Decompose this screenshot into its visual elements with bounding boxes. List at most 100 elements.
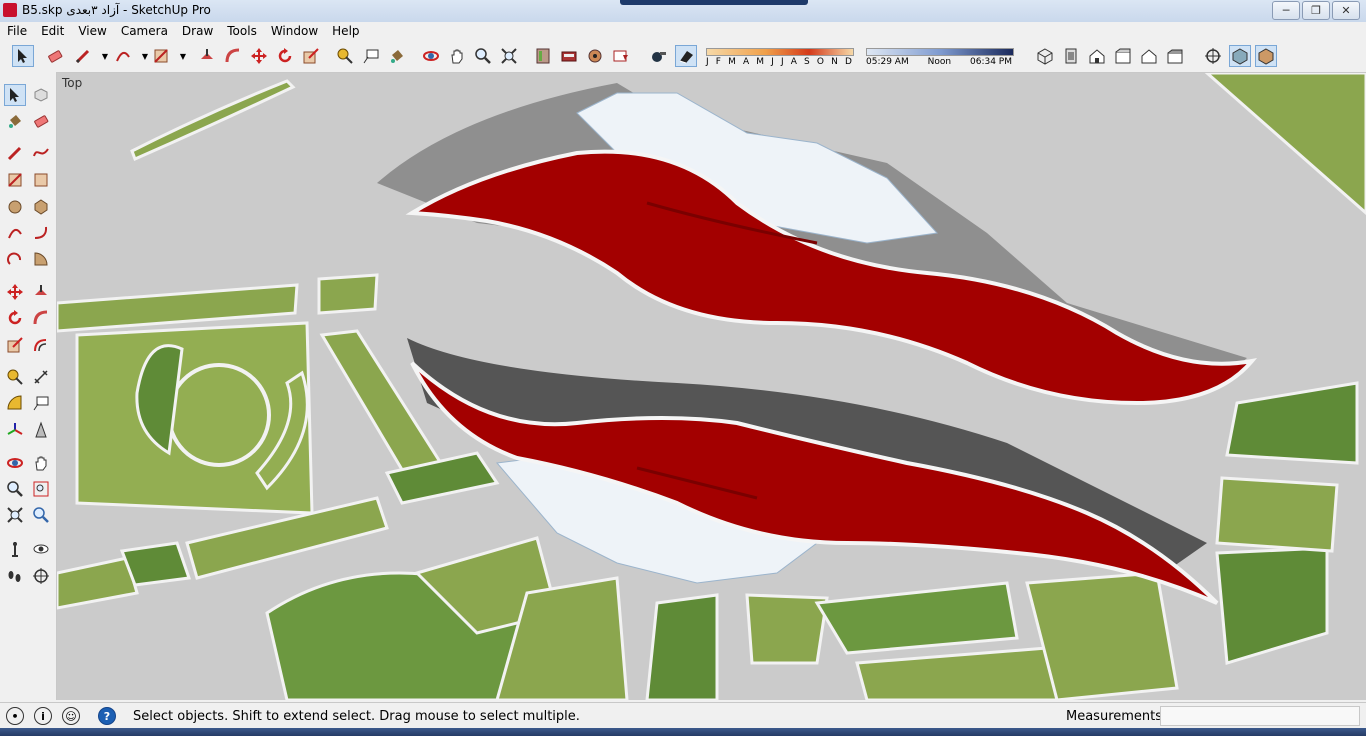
menu-bar: File Edit View Camera Draw Tools Window …	[0, 22, 1366, 42]
top-view-icon[interactable]	[1060, 45, 1082, 67]
offset-icon[interactable]	[30, 334, 52, 356]
rotate-tool-icon[interactable]	[274, 45, 296, 67]
user-account-icon[interactable]: ☺	[62, 707, 80, 725]
protractor-icon[interactable]	[4, 392, 26, 414]
components-icon[interactable]	[532, 45, 554, 67]
text-icon[interactable]	[30, 392, 52, 414]
select-tool-icon[interactable]	[12, 45, 34, 67]
left-view-icon[interactable]	[1164, 45, 1186, 67]
shaded-view-icon[interactable]	[1229, 45, 1251, 67]
xray-view-icon[interactable]	[1202, 45, 1224, 67]
minimize-button[interactable]: ─	[1272, 1, 1300, 20]
maximize-button[interactable]: ❐	[1302, 1, 1330, 20]
close-button[interactable]: ✕	[1332, 1, 1360, 20]
month-label: S	[804, 57, 810, 67]
back-view-icon[interactable]	[1138, 45, 1160, 67]
month-label: M	[756, 57, 765, 67]
rectangle-icon[interactable]	[4, 169, 26, 191]
zoom-tool-icon[interactable]	[472, 45, 494, 67]
zoom-window-icon[interactable]	[30, 478, 52, 500]
make-component-icon[interactable]	[30, 84, 52, 106]
circle-icon[interactable]	[4, 196, 26, 218]
section-plane-icon[interactable]	[30, 565, 52, 587]
move-icon[interactable]	[4, 281, 26, 303]
measurements-input[interactable]	[1160, 706, 1360, 726]
time-gradient-bar[interactable]	[866, 48, 1014, 56]
zoom-extents-icon[interactable]	[4, 504, 26, 526]
rotated-rectangle-icon[interactable]	[30, 169, 52, 191]
credits-info-icon[interactable]: i	[34, 707, 52, 725]
menu-window[interactable]: Window	[264, 22, 325, 42]
eraser-tool-icon[interactable]	[44, 45, 66, 67]
walk-icon[interactable]	[4, 565, 26, 587]
model-viewport[interactable]	[57, 73, 1366, 700]
paint-bucket-tool-icon[interactable]	[386, 45, 408, 67]
scale-tool-icon[interactable]	[300, 45, 322, 67]
geo-location-icon[interactable]: •	[6, 707, 24, 725]
status-bar: • i ☺ ? Select objects. Shift to extend …	[0, 702, 1366, 729]
move-tool-icon[interactable]	[248, 45, 270, 67]
menu-help[interactable]: Help	[325, 22, 366, 42]
materials-icon[interactable]	[558, 45, 580, 67]
front-view-icon[interactable]	[1086, 45, 1108, 67]
menu-edit[interactable]: Edit	[34, 22, 71, 42]
push-pull-icon[interactable]	[30, 281, 52, 303]
pan-icon[interactable]	[30, 452, 52, 474]
menu-camera[interactable]: Camera	[114, 22, 175, 42]
zoom-icon[interactable]	[4, 478, 26, 500]
menu-file[interactable]: File	[0, 22, 34, 42]
orbit-tool-icon[interactable]	[420, 45, 442, 67]
eraser-icon[interactable]	[30, 110, 52, 132]
textured-view-icon[interactable]	[1255, 45, 1277, 67]
previous-view-icon[interactable]	[30, 504, 52, 526]
sketchup-app-icon	[3, 3, 17, 17]
position-camera-icon[interactable]	[4, 538, 26, 560]
menu-tools[interactable]: Tools	[220, 22, 264, 42]
layers-icon[interactable]	[610, 45, 632, 67]
large-toolset	[0, 72, 57, 700]
pan-tool-icon[interactable]	[446, 45, 468, 67]
select-icon[interactable]	[4, 84, 26, 106]
shadows-icon[interactable]	[648, 45, 670, 67]
scale-icon[interactable]	[4, 334, 26, 356]
3d-text-icon[interactable]	[30, 419, 52, 441]
axes-icon[interactable]	[4, 419, 26, 441]
orbit-icon[interactable]	[4, 452, 26, 474]
tape-measure-icon[interactable]	[4, 366, 26, 388]
iso-view-icon[interactable]	[1034, 45, 1056, 67]
instructor-help-icon[interactable]: ?	[98, 707, 116, 725]
follow-me-tool-icon[interactable]	[222, 45, 244, 67]
freehand-icon[interactable]	[30, 142, 52, 164]
follow-me-icon[interactable]	[30, 307, 52, 329]
dimension-icon[interactable]	[30, 366, 52, 388]
window-tab-indicator	[620, 0, 808, 5]
zoom-extents-tool-icon[interactable]	[498, 45, 520, 67]
arc-tool-icon[interactable]	[112, 45, 134, 67]
line-icon[interactable]	[4, 142, 26, 164]
rectangle-dropdown-icon[interactable]: ▼	[172, 45, 194, 67]
shadow-month-slider[interactable]: J F M A M J J A S O N D	[706, 46, 854, 68]
pencil-tool-icon[interactable]	[72, 45, 94, 67]
polygon-icon[interactable]	[30, 196, 52, 218]
styles-icon[interactable]	[584, 45, 606, 67]
month-gradient-bar[interactable]	[706, 48, 854, 56]
menu-draw[interactable]: Draw	[175, 22, 220, 42]
pie-icon[interactable]	[30, 248, 52, 270]
rotate-icon[interactable]	[4, 307, 26, 329]
shadow-time-slider[interactable]: 05:29 AM Noon 06:34 PM	[866, 46, 1014, 68]
paint-bucket-icon[interactable]	[4, 110, 26, 132]
tape-measure-tool-icon[interactable]	[334, 45, 356, 67]
right-view-icon[interactable]	[1112, 45, 1134, 67]
push-pull-tool-icon[interactable]	[196, 45, 218, 67]
rectangle-tool-icon[interactable]	[150, 45, 172, 67]
three-point-arc-icon[interactable]	[4, 248, 26, 270]
display-shadows-toggle-icon[interactable]	[675, 45, 697, 67]
month-label: A	[790, 57, 797, 67]
menu-view[interactable]: View	[71, 22, 113, 42]
status-message: Select objects. Shift to extend select. …	[133, 709, 580, 724]
model-canvas[interactable]	[57, 73, 1366, 700]
arc-icon[interactable]	[4, 222, 26, 244]
look-around-icon[interactable]	[30, 538, 52, 560]
text-tool-icon[interactable]	[360, 45, 382, 67]
two-point-arc-icon[interactable]	[30, 222, 52, 244]
